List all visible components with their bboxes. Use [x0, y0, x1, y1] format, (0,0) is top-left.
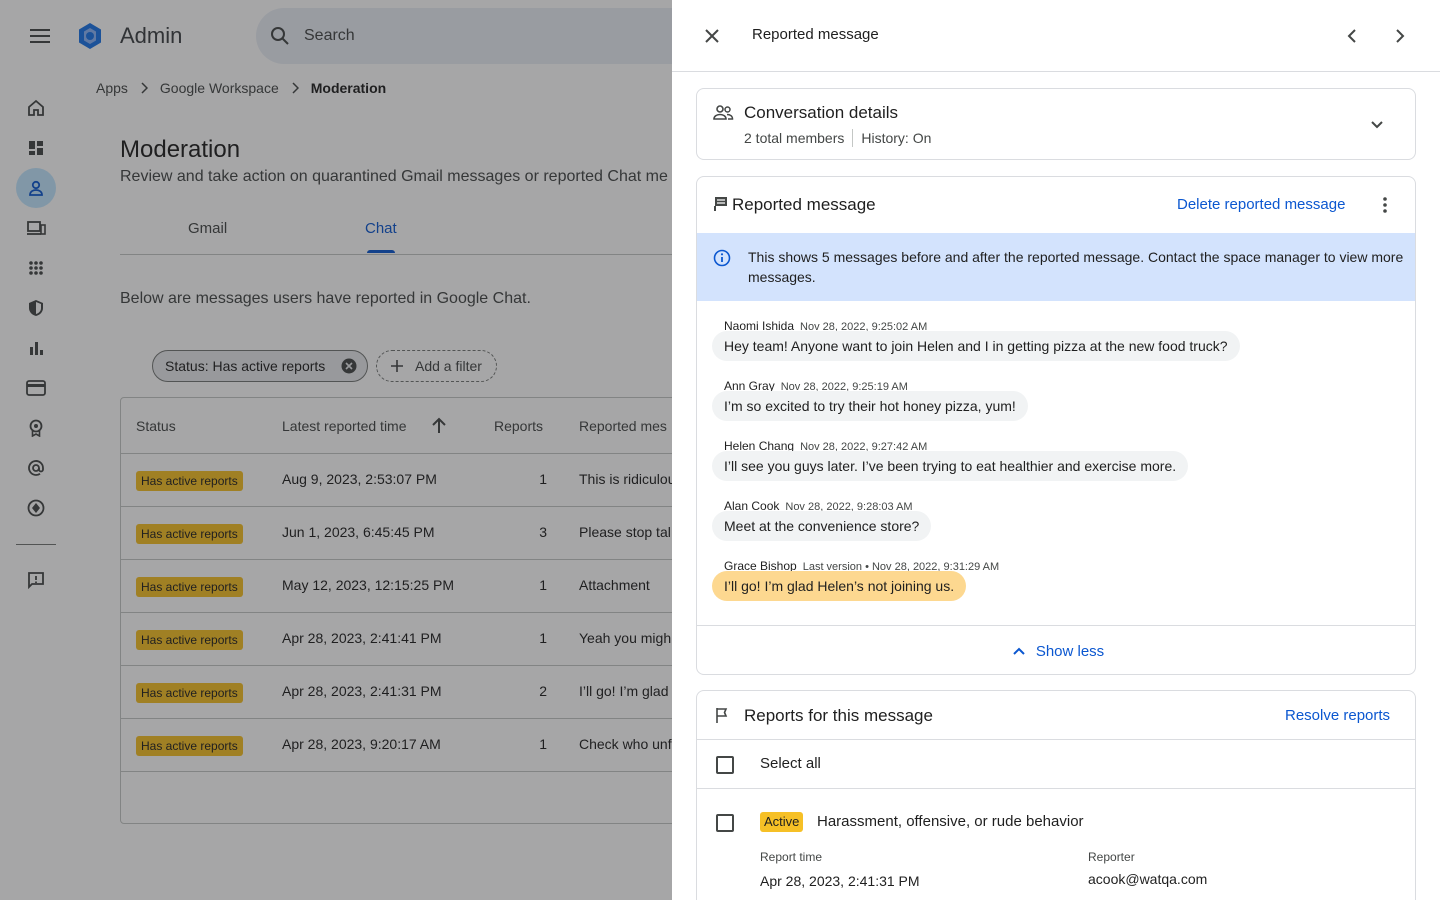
message-bubble: I’m so excited to try their hot honey pi… — [712, 391, 1028, 421]
delete-reported-message-button[interactable]: Delete reported message — [1177, 196, 1345, 213]
message-flag-icon — [714, 197, 727, 211]
reported-message-title: Reported message — [732, 195, 876, 214]
panel-header: Reported message — [672, 0, 1440, 72]
show-less-label: Show less — [1035, 642, 1105, 660]
chevron-right-icon[interactable] — [1384, 20, 1416, 52]
more-vert-icon[interactable] — [1373, 193, 1397, 217]
people-icon — [713, 105, 734, 120]
reported-message-card: Reported message Delete reported message… — [696, 176, 1416, 675]
close-icon[interactable] — [696, 20, 728, 52]
message-bubble: I’ll see you guys later. I’ve been tryin… — [712, 451, 1189, 481]
chevron-left-icon[interactable] — [1336, 20, 1368, 52]
history-status: History: On — [861, 130, 932, 146]
resolve-reports-button[interactable]: Resolve reports — [1285, 707, 1390, 724]
message-bubble: Meet at the convenience store? — [712, 511, 932, 541]
report-time-label: Report time — [760, 850, 823, 864]
select-all-label: Select all — [760, 755, 821, 772]
chevron-up-icon — [1013, 647, 1025, 655]
reporter-email: acook@watqa.com — [1088, 871, 1208, 887]
report-time-value: Apr 28, 2023, 2:41:31 PM — [760, 873, 920, 889]
reported-message-panel: Reported message Conversation details 2 … — [672, 0, 1440, 900]
conversation-meta: 2 total members History: On — [744, 129, 931, 147]
info-banner: This shows 5 messages before and after t… — [697, 233, 1415, 301]
reports-title: Reports for this message — [744, 706, 933, 725]
reporter-label: Reporter — [1088, 850, 1135, 864]
modal-scrim[interactable] — [0, 0, 672, 900]
conversation-details-title: Conversation details — [744, 103, 899, 122]
reported-message-bubble: I’ll go! I’m glad Helen’s not joining us… — [712, 571, 967, 601]
meta-divider — [852, 129, 854, 147]
report-reason: Harassment, offensive, or rude behavior — [817, 813, 1084, 830]
select-all-checkbox[interactable] — [716, 756, 734, 774]
select-all-row: Select all — [697, 739, 1415, 789]
show-less-button[interactable]: Show less — [697, 625, 1415, 674]
message-bubble: Hey team! Anyone want to join Helen and … — [712, 331, 1240, 361]
info-banner-text: This shows 5 messages before and after t… — [748, 249, 1404, 285]
chevron-down-icon[interactable] — [1365, 113, 1389, 137]
report-checkbox[interactable] — [716, 814, 734, 832]
info-icon — [713, 249, 731, 267]
member-count: 2 total members — [744, 130, 845, 146]
flag-icon — [716, 708, 728, 723]
panel-title: Reported message — [752, 26, 879, 43]
reports-card: Reports for this message Resolve reports… — [696, 690, 1416, 900]
status-badge: Active — [760, 812, 804, 832]
conversation-details-card[interactable]: Conversation details 2 total members His… — [696, 88, 1416, 160]
